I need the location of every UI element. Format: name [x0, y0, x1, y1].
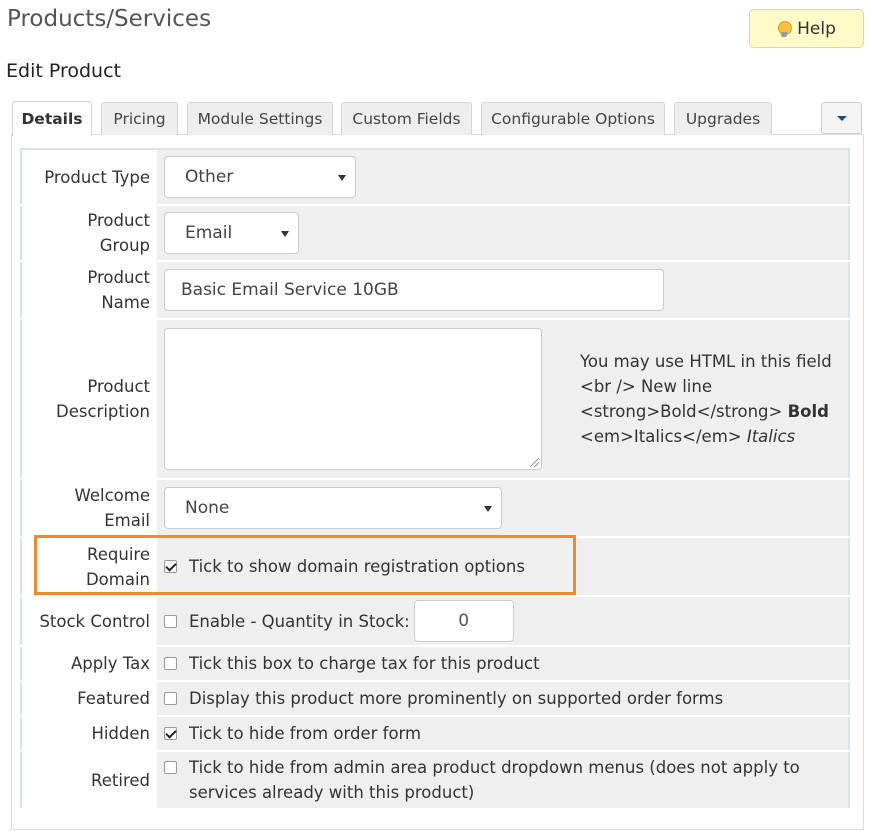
retired-text: Tick to hide from admin area product dro… — [189, 758, 800, 802]
welcome-email-select[interactable]: None — [164, 487, 502, 529]
row-stock-control: Stock Control Enable - Quantity in Stock… — [21, 596, 849, 647]
stock-quantity-input[interactable]: 0 — [413, 600, 514, 642]
product-description-label: Product Description — [21, 319, 157, 480]
help-button-label: Help — [797, 18, 836, 39]
row-featured: Featured Display this product more promi… — [21, 681, 849, 717]
require-domain-text: Tick to show domain registration options — [189, 557, 525, 576]
lightbulb-icon — [777, 20, 793, 38]
require-domain-label: Require Domain — [21, 537, 157, 597]
product-type-select[interactable]: Other — [164, 156, 356, 198]
tab-bar: Details Pricing Module Settings Custom F… — [0, 100, 872, 136]
help-button[interactable]: Help — [749, 9, 864, 48]
require-domain-checkbox[interactable] — [164, 560, 177, 573]
tab-details[interactable]: Details — [12, 101, 92, 136]
tab-custom-fields[interactable]: Custom Fields — [341, 102, 472, 135]
product-description-textarea[interactable] — [164, 328, 542, 470]
stock-control-label: Stock Control — [21, 596, 157, 647]
resize-grip-icon[interactable] — [530, 458, 539, 467]
tab-module-settings[interactable]: Module Settings — [187, 102, 333, 135]
welcome-email-label: Welcome Email — [21, 479, 157, 538]
product-name-label: Product Name — [21, 261, 157, 320]
apply-tax-text: Tick this box to charge tax for this pro… — [189, 654, 540, 673]
hidden-text: Tick to hide from order form — [189, 724, 422, 743]
retired-checkbox[interactable] — [164, 761, 177, 774]
hidden-checkbox[interactable] — [164, 727, 177, 740]
retired-label: Retired — [21, 751, 157, 810]
page-title: Products/Services — [7, 6, 212, 32]
dropdown-arrow-icon — [338, 175, 346, 181]
row-product-description: Product Description You may use HTML in t… — [21, 319, 849, 480]
page-subtitle: Edit Product — [6, 60, 121, 82]
product-form: Product Type Other Product Group Email Pr… — [20, 148, 850, 810]
featured-text: Display this product more prominently on… — [189, 689, 724, 708]
row-apply-tax: Apply Tax Tick this box to charge tax fo… — [21, 646, 849, 682]
featured-checkbox[interactable] — [164, 692, 177, 705]
row-hidden: Hidden Tick to hide from order form — [21, 716, 849, 752]
product-name-input[interactable]: Basic Email Service 10GB — [164, 269, 664, 311]
row-require-domain: Require Domain Tick to show domain regist… — [21, 537, 849, 597]
apply-tax-label: Apply Tax — [21, 646, 157, 682]
hidden-label: Hidden — [21, 716, 157, 752]
row-retired: Retired Tick to hide from admin area pro… — [21, 751, 849, 810]
row-product-name: Product Name Basic Email Service 10GB — [21, 261, 849, 320]
html-help-text: You may use HTML in this field <br /> Ne… — [580, 352, 832, 446]
dropdown-arrow-icon — [281, 231, 289, 237]
product-type-label: Product Type — [21, 149, 157, 206]
dropdown-arrow-icon — [484, 506, 492, 512]
tab-upgrades[interactable]: Upgrades — [674, 102, 772, 135]
stock-control-checkbox[interactable] — [164, 614, 177, 628]
tab-pricing[interactable]: Pricing — [101, 102, 178, 135]
tab-menu-button[interactable] — [821, 102, 862, 134]
apply-tax-checkbox[interactable] — [164, 657, 177, 670]
tab-configurable-options[interactable]: Configurable Options — [481, 102, 665, 135]
featured-label: Featured — [21, 681, 157, 717]
row-welcome-email: Welcome Email None — [21, 479, 849, 538]
caret-down-icon — [836, 115, 847, 121]
row-product-group: Product Group Email — [21, 205, 849, 262]
product-group-label: Product Group — [21, 205, 157, 262]
stock-control-text: Enable - Quantity in Stock: — [189, 611, 410, 631]
product-group-select[interactable]: Email — [164, 212, 299, 254]
row-product-type: Product Type Other — [21, 149, 849, 206]
